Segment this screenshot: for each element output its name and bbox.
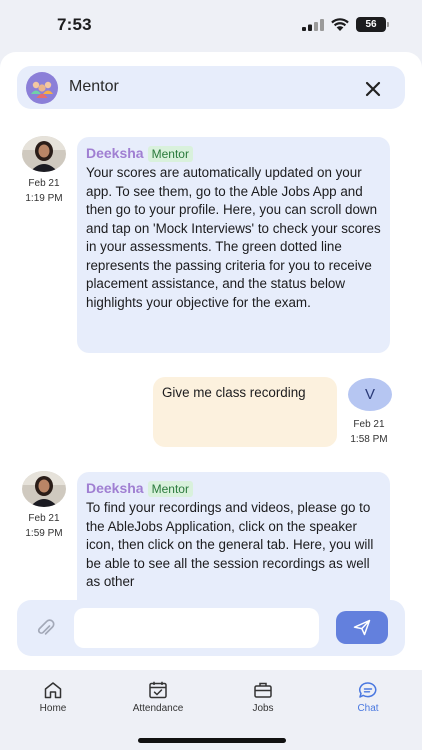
- message-date: Feb 21: [353, 419, 385, 430]
- nav-home[interactable]: Home: [13, 681, 93, 714]
- chat-panel: Mentor Feb 21 1:19 PM Deeksha Mentor Your…: [0, 52, 422, 670]
- message-time: 1:58 PM: [350, 434, 388, 445]
- message-text: To find your recordings and videos, plea…: [86, 500, 374, 589]
- message-composer: [17, 600, 405, 656]
- home-icon: [44, 682, 62, 699]
- message-list[interactable]: Feb 21 1:19 PM Deeksha Mentor Your scores…: [0, 122, 422, 652]
- mentor-avatar: [22, 136, 66, 172]
- wifi-icon: [331, 18, 349, 31]
- sender-name: Deeksha: [86, 480, 144, 496]
- close-icon[interactable]: [362, 78, 384, 100]
- nav-chat-label: Chat: [357, 703, 379, 714]
- message-timestamp: Feb 21 1:58 PM: [339, 417, 399, 447]
- bottom-navigation: Home Attendance Jobs Chat: [0, 670, 422, 750]
- message-timestamp: Feb 21 1:59 PM: [14, 511, 74, 541]
- message-date: Feb 21: [28, 178, 60, 189]
- paperclip-icon[interactable]: [35, 617, 55, 639]
- home-indicator: [138, 738, 286, 743]
- message-date: Feb 21: [28, 513, 60, 524]
- role-badge: Mentor: [147, 146, 193, 162]
- cellular-signal-icon: [302, 19, 324, 31]
- status-bar: 7:53 56: [0, 0, 422, 52]
- status-time: 7:53: [57, 15, 92, 34]
- nav-jobs[interactable]: Jobs: [223, 681, 303, 714]
- chat-bubble-icon: [359, 682, 377, 698]
- nav-attendance[interactable]: Attendance: [118, 681, 198, 714]
- battery-icon: 56: [356, 17, 389, 32]
- message-text: Your scores are automatically updated on…: [86, 165, 381, 310]
- chat-title: Mentor: [69, 78, 119, 95]
- message-timestamp: Feb 21 1:19 PM: [14, 176, 74, 206]
- message-time: 1:59 PM: [25, 528, 63, 539]
- message-text: Give me class recording: [162, 385, 306, 400]
- send-button[interactable]: [336, 611, 388, 644]
- nav-jobs-label: Jobs: [252, 703, 274, 714]
- send-icon: [353, 619, 371, 636]
- role-badge: Mentor: [147, 481, 193, 497]
- battery-level: 56: [365, 19, 377, 30]
- incoming-message-bubble: Deeksha Mentor Your scores are automatica…: [77, 137, 390, 353]
- calendar-check-icon: [149, 681, 167, 699]
- outgoing-message-bubble: Give me class recording: [153, 377, 337, 447]
- message-input[interactable]: [74, 608, 319, 648]
- chat-header: Mentor: [17, 66, 405, 109]
- briefcase-icon: [254, 682, 272, 698]
- nav-chat[interactable]: Chat: [328, 681, 408, 714]
- nav-home-label: Home: [39, 703, 67, 714]
- sender-name: Deeksha: [86, 145, 144, 161]
- mentor-avatar: [22, 471, 66, 507]
- nav-attendance-label: Attendance: [132, 703, 184, 714]
- user-avatar-letter: V: [364, 386, 375, 403]
- user-avatar: V: [348, 378, 392, 411]
- mentor-group-icon: [26, 72, 58, 104]
- message-time: 1:19 PM: [25, 193, 63, 204]
